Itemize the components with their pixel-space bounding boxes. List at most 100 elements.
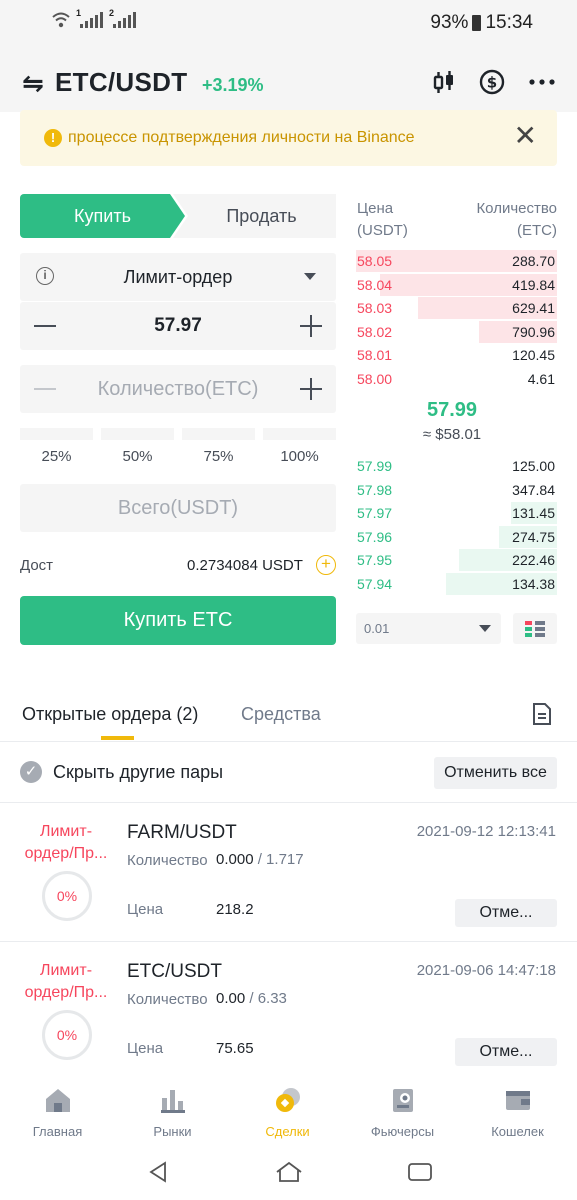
fill-progress-ring: 0% [42,871,92,921]
nav-futures[interactable]: Фьючерсы [345,1074,460,1148]
orderbook-price-header: Цена (USDT) [357,198,408,242]
tab-sell[interactable]: Продать [173,194,336,238]
row-price: 57.94 [357,575,393,592]
percent-50-label[interactable]: 50% [101,448,174,465]
pair-header: ⇋ ETC/USDT +3.19% $ [0,48,577,112]
swap-pair-icon[interactable]: ⇋ [22,68,44,99]
trades-icon [276,1088,300,1112]
row-qty: 419.84 [512,276,555,293]
pair-title[interactable]: ETC/USDT [55,67,187,98]
bid-row[interactable]: 57.98 347.84 [356,479,557,501]
total-placeholder[interactable]: Всего(USDT) [20,497,336,520]
depth-select[interactable]: 0.01 [356,613,501,644]
price-value[interactable]: 57.97 [20,315,336,337]
order-price-label: Цена [127,901,164,918]
wifi-icon [52,12,70,28]
active-tab-underline [101,736,134,740]
cancel-order-button[interactable]: Отме... [455,899,557,927]
orderbook-layout-button[interactable] [513,613,557,644]
row-qty: 629.41 [512,300,555,316]
order-type: Лимит-ордер/Пр... [24,962,108,1001]
cancel-all-button[interactable]: Отменить все [434,757,557,789]
add-funds-icon[interactable]: + [316,555,336,575]
row-qty: 120.45 [512,347,555,363]
tab-buy[interactable]: Купить [20,194,185,238]
divider [0,741,577,742]
nav-trades[interactable]: Сделки [230,1074,345,1148]
row-price: 57.98 [357,481,393,498]
percent-25-label[interactable]: 25% [20,448,93,465]
row-qty: 288.70 [512,253,555,269]
tab-funds[interactable]: Средства [241,704,321,725]
last-price[interactable]: 57.99 [356,399,548,422]
qty-header-line2: (ETC) [517,222,557,239]
order-type-select[interactable]: i Лимит-ордер [20,253,336,301]
candlestick-chart-icon[interactable] [430,68,458,96]
hide-other-pairs-checkbox[interactable]: ✓ [20,761,42,783]
ask-row[interactable]: 58.00 4.61 [356,368,557,390]
order-type: Лимит-ордер/Пр... [24,823,108,862]
amount-input[interactable]: Количество(ETC) [20,365,336,413]
percent-75-label[interactable]: 75% [182,448,255,465]
open-order-row: Лимит-ордер/Пр... 0% FARM/USDT 2021-09-1… [0,803,577,941]
row-qty: 4.61 [527,370,555,387]
hide-other-pairs-label[interactable]: Скрыть другие пары [53,762,223,783]
percent-50-bar[interactable] [101,428,174,440]
bid-row[interactable]: 57.95 222.46 [356,549,557,571]
dollar-circle-icon[interactable]: $ [478,68,506,96]
more-icon[interactable] [528,68,556,96]
amount-placeholder[interactable]: Количество(ETC) [20,378,336,401]
ask-row[interactable]: 58.02 790.96 [356,320,557,343]
percent-25-bar[interactable] [20,428,93,440]
warning-icon: ! [44,129,62,147]
order-symbol: ETC/USDT [127,961,222,982]
ask-row[interactable]: 58.05 288.70 [356,250,557,272]
row-qty: 125.00 [512,458,555,474]
order-price-value: 218.2 [216,901,254,918]
cancel-order-button[interactable]: Отме... [455,1038,557,1066]
recents-icon[interactable] [407,1160,433,1184]
row-price: 58.04 [357,276,393,293]
row-qty: 790.96 [512,323,555,340]
percent-100-bar[interactable] [263,428,336,440]
ask-row[interactable]: 58.04 419.84 [356,273,557,296]
close-icon[interactable]: ✕ [514,122,537,150]
home-nav-icon[interactable] [275,1160,303,1184]
clock: 15:34 [485,12,533,33]
percent-100-label[interactable]: 100% [263,448,336,465]
battery-percent: 93% [430,12,469,33]
bid-row[interactable]: 57.97 131.45 [356,502,557,524]
row-qty: 131.45 [512,505,555,521]
buy-etc-button[interactable]: Купить ETC [20,596,336,645]
bid-row[interactable]: 57.99 125.00 [356,455,557,477]
bid-row[interactable]: 57.96 274.75 [356,525,557,548]
chevron-down-icon [479,625,491,632]
back-icon[interactable] [146,1160,170,1184]
price-input[interactable]: 57.97 [20,302,336,350]
order-qty-label: Количество [127,852,208,869]
fill-progress-ring: 0% [42,1010,92,1060]
percent-75-bar[interactable] [182,428,255,440]
bid-row[interactable]: 57.94 134.38 [356,572,557,595]
order-history-icon[interactable] [532,702,552,726]
row-price: 57.97 [357,505,393,521]
total-input[interactable]: Всего(USDT) [20,484,336,532]
row-qty: 274.75 [512,528,555,545]
order-price-label: Цена [127,1040,164,1057]
order-qty-value: 0.000 / 1.717 [216,851,304,868]
verification-notice[interactable]: ! процессе подтверждения личности на Bin… [20,110,557,166]
sim1-label: 1 [76,8,82,18]
nav-markets[interactable]: Рынки [115,1074,230,1148]
tab-open-orders[interactable]: Открытые ордера (2) [22,704,198,725]
available-value: 0.2734084 USDT [187,557,303,574]
nav-futures-label: Фьючерсы [370,1124,435,1139]
battery-icon [472,15,482,31]
signal-sim2-icon: 2 [109,8,136,28]
nav-wallet[interactable]: Кошелек [460,1074,575,1148]
row-price: 58.03 [357,300,393,316]
nav-wallet-label: Кошелек [491,1124,544,1139]
ask-row[interactable]: 58.03 629.41 [356,297,557,319]
nav-home[interactable]: Главная [0,1074,115,1148]
ask-row[interactable]: 58.01 120.45 [356,344,557,366]
price-plus-icon [310,315,312,337]
